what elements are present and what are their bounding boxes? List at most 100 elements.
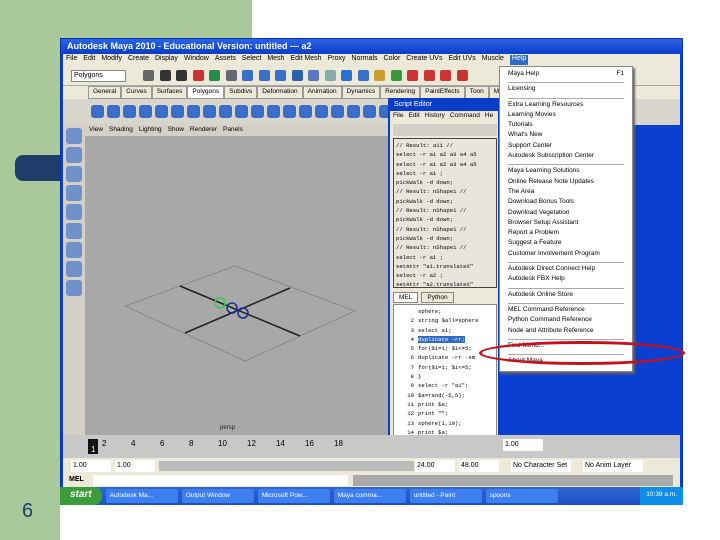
toolbar-icon[interactable] <box>159 70 171 81</box>
taskbar-button[interactable]: Microsoft Pow... <box>257 489 330 503</box>
command-input[interactable] <box>93 475 348 486</box>
help-menu-item[interactable]: Support Center <box>508 142 624 152</box>
help-menu-item[interactable]: Browser Setup Assistant <box>508 219 624 229</box>
toolbar-icon[interactable] <box>291 70 303 81</box>
tool-icon[interactable] <box>66 242 82 258</box>
shelf-primitive-icon[interactable] <box>171 105 184 118</box>
taskbar-button[interactable]: Autodesk Ma... <box>105 489 178 503</box>
taskbar-button[interactable]: Maya comma... <box>333 489 406 503</box>
shelf-tab[interactable]: Curves <box>121 86 152 99</box>
menu-edit-mesh[interactable]: Edit Mesh <box>290 55 321 65</box>
menu-window[interactable]: Window <box>184 55 209 65</box>
help-menu-item[interactable]: Customer Involvement Program <box>508 250 624 260</box>
panel-menu-item[interactable]: Show <box>168 126 184 135</box>
help-menu-item[interactable]: Online Release Note Updates <box>508 178 624 188</box>
shelf-tab[interactable]: Surfaces <box>151 86 188 99</box>
viewport[interactable]: View Shading Lighting Show Renderer Panels pe… <box>85 125 390 435</box>
menu-mesh[interactable]: Mesh <box>267 55 284 65</box>
menu-create-uvs[interactable]: Create UVs <box>406 55 442 65</box>
shelf-primitive-icon[interactable] <box>331 105 344 118</box>
toolbar-icon[interactable] <box>341 70 352 81</box>
panel-menu-item[interactable]: Panels <box>223 126 243 135</box>
taskbar-button[interactable]: spoons <box>485 489 558 503</box>
menu-edit[interactable]: Edit <box>83 55 95 65</box>
range-bar[interactable] <box>159 461 414 471</box>
shelf-tab[interactable]: Animation <box>302 86 342 99</box>
shelf-primitive-icon[interactable] <box>299 105 312 118</box>
help-menu-item[interactable]: Python Command Reference <box>508 316 624 326</box>
shelf-tab[interactable]: Dynamics <box>341 86 381 99</box>
menu-help[interactable]: Help <box>509 55 529 65</box>
anim-layer-select[interactable]: No Anim Layer <box>583 460 643 472</box>
start-time-field[interactable]: 1.00 <box>71 460 111 472</box>
script-tab-mel[interactable]: MEL <box>393 292 419 303</box>
help-menu-item[interactable]: Licensing <box>508 85 624 95</box>
help-menu-item[interactable]: Learning Movies <box>508 111 624 121</box>
panel-menu-item[interactable]: Shading <box>109 126 133 135</box>
taskbar-button[interactable]: Output Window <box>181 489 254 503</box>
taskbar-button[interactable]: untitled - Paint <box>409 489 482 503</box>
help-menu-item[interactable]: Report a Problem <box>508 229 624 239</box>
tool-icon[interactable] <box>66 166 82 182</box>
help-menu-item[interactable]: Autodesk Subscription Center <box>508 152 624 162</box>
toolbar-icon[interactable] <box>225 70 237 81</box>
tool-icon[interactable] <box>66 261 82 277</box>
toolbar-icon[interactable] <box>242 70 253 81</box>
script-menu-item[interactable]: He <box>485 112 493 119</box>
shelf-primitive-icon[interactable] <box>315 105 328 118</box>
menu-file[interactable]: File <box>66 55 77 65</box>
script-menu-item[interactable]: Edit <box>408 112 419 119</box>
help-menu-item[interactable]: What's New <box>508 131 624 141</box>
toolbar-icon[interactable] <box>390 70 402 81</box>
tool-icon[interactable] <box>66 185 82 201</box>
shelf-primitive-icon[interactable] <box>107 105 120 118</box>
menuset-select[interactable]: Polygons <box>71 70 126 82</box>
shelf-primitive-icon[interactable] <box>347 105 360 118</box>
current-frame[interactable]: 1.00 <box>503 439 543 451</box>
menu-modify[interactable]: Modify <box>101 55 122 65</box>
toolbar-icon[interactable] <box>143 70 154 81</box>
tool-icon[interactable] <box>66 128 82 144</box>
shelf-primitive-icon[interactable] <box>187 105 200 118</box>
shelf-primitive-icon[interactable] <box>251 105 264 118</box>
shelf-tab[interactable]: General <box>88 86 122 99</box>
help-menu-item[interactable]: Download Bonus Tools <box>508 198 624 208</box>
menu-color[interactable]: Color <box>384 55 401 65</box>
toolbar-icon[interactable] <box>209 70 220 81</box>
toolbar-icon[interactable] <box>275 70 286 81</box>
help-menu-item[interactable]: MEL Command Reference <box>508 306 624 316</box>
script-menu-item[interactable]: Command <box>450 112 480 119</box>
script-tab-python[interactable]: Python <box>421 292 454 303</box>
toolbar-icon[interactable] <box>407 70 418 81</box>
playback-end-field[interactable]: 24.00 <box>415 460 455 472</box>
menu-normals[interactable]: Normals <box>351 55 377 65</box>
menu-select[interactable]: Select <box>242 55 261 65</box>
shelf-tab[interactable]: Polygons <box>187 86 225 99</box>
help-menu-item[interactable]: Maya Help F1 <box>508 70 624 80</box>
shelf-primitive-icon[interactable] <box>123 105 136 118</box>
script-menu-item[interactable]: File <box>393 112 403 119</box>
shelf-primitive-icon[interactable] <box>363 105 376 118</box>
tool-icon[interactable] <box>66 223 82 239</box>
input-pane[interactable]: sphere; 2 string $all=sphere 3 select a1; 4 du… <box>393 304 497 436</box>
help-menu-item[interactable]: Maya Learning Solutions <box>508 167 624 177</box>
shelf-primitive-icon[interactable] <box>235 105 248 118</box>
playback-start-field[interactable]: 1.00 <box>115 460 155 472</box>
tool-icon[interactable] <box>66 280 82 296</box>
shelf-primitive-icon[interactable] <box>155 105 168 118</box>
toolbar-icon[interactable] <box>258 70 270 81</box>
panel-menu-item[interactable]: Lighting <box>139 126 162 135</box>
help-menu-item[interactable]: The Area <box>508 188 624 198</box>
toolbar-icon[interactable] <box>308 70 319 81</box>
end-time-field[interactable]: 48.00 <box>459 460 499 472</box>
toolbar-icon[interactable] <box>456 70 468 81</box>
help-menu-item[interactable]: Tutorials <box>508 121 624 131</box>
cmd-language-label[interactable]: MEL <box>69 476 84 483</box>
time-slider[interactable]: 1 2 4 6 8 10 12 14 16 18 1.00 <box>63 435 680 458</box>
panel-menu-item[interactable]: View <box>89 126 103 135</box>
script-menu-item[interactable]: History <box>425 112 445 119</box>
shelf-tab[interactable]: Subdivs <box>224 86 258 99</box>
tool-icon[interactable] <box>66 147 82 163</box>
help-menu-item[interactable]: Node and Attribute Reference <box>508 327 624 337</box>
shelf-primitive-icon[interactable] <box>267 105 280 118</box>
